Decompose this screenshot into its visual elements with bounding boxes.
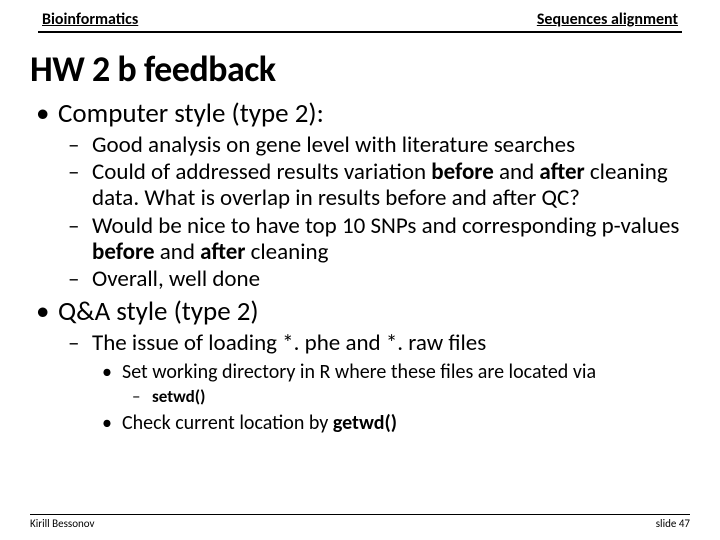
bold: getwd() <box>333 411 397 435</box>
header-bar: Bioinformatics Sequences alignment <box>38 10 682 33</box>
bold: after <box>539 158 584 186</box>
page-title: HW 2 b feedback <box>30 47 690 91</box>
bullet-qa-style: Q&A style (type 2) The issue of loading … <box>58 297 690 435</box>
footer-author: Kirill Bessonov <box>30 517 95 530</box>
bullet-list: Computer style (type 2): Good analysis o… <box>30 99 690 435</box>
sub-item: Could of addressed results variation bef… <box>92 160 690 212</box>
slide: Bioinformatics Sequences alignment HW 2 … <box>0 0 720 540</box>
sub-item: Would be nice to have top 10 SNPs and co… <box>92 214 690 266</box>
sub-list: Good analysis on gene level with literat… <box>58 133 690 294</box>
bold: before <box>92 238 155 266</box>
sub-item: Good analysis on gene level with literat… <box>92 133 690 159</box>
footer-bar: Kirill Bessonov slide 47 <box>30 514 690 530</box>
header-left: Bioinformatics <box>42 10 138 29</box>
sub-item: The issue of loading *. phe and *. raw f… <box>92 331 690 435</box>
code-item: setwd() <box>152 388 690 407</box>
bold: before <box>431 158 494 186</box>
bullet-text: Computer style (type 2): <box>58 97 324 130</box>
t: and <box>155 238 201 266</box>
sub-sub-item: Set working directory in R where these f… <box>122 361 690 407</box>
sub-list: The issue of loading *. phe and *. raw f… <box>58 331 690 435</box>
bullet-computer-style: Computer style (type 2): Good analysis o… <box>58 99 690 293</box>
bullet-text: Q&A style (type 2) <box>58 295 259 328</box>
bold: after <box>200 238 245 266</box>
t: Set working directory in R where these f… <box>122 360 596 384</box>
t: The issue of loading *. phe and *. raw f… <box>92 329 486 357</box>
header-right: Sequences alignment <box>537 10 678 29</box>
sub-item: Overall, well done <box>92 267 690 293</box>
t: Check current location by <box>122 411 333 435</box>
t: Would be nice to have top 10 SNPs and co… <box>92 212 679 240</box>
t: Could of addressed results variation <box>92 158 431 186</box>
footer-slide-number: slide 47 <box>656 517 690 530</box>
t: and <box>494 158 540 186</box>
sub-sub-sub-list: setwd() <box>122 388 690 407</box>
t: cleaning <box>245 238 328 266</box>
sub-sub-item: Check current location by getwd() <box>122 412 690 435</box>
sub-sub-list: Set working directory in R where these f… <box>92 361 690 436</box>
